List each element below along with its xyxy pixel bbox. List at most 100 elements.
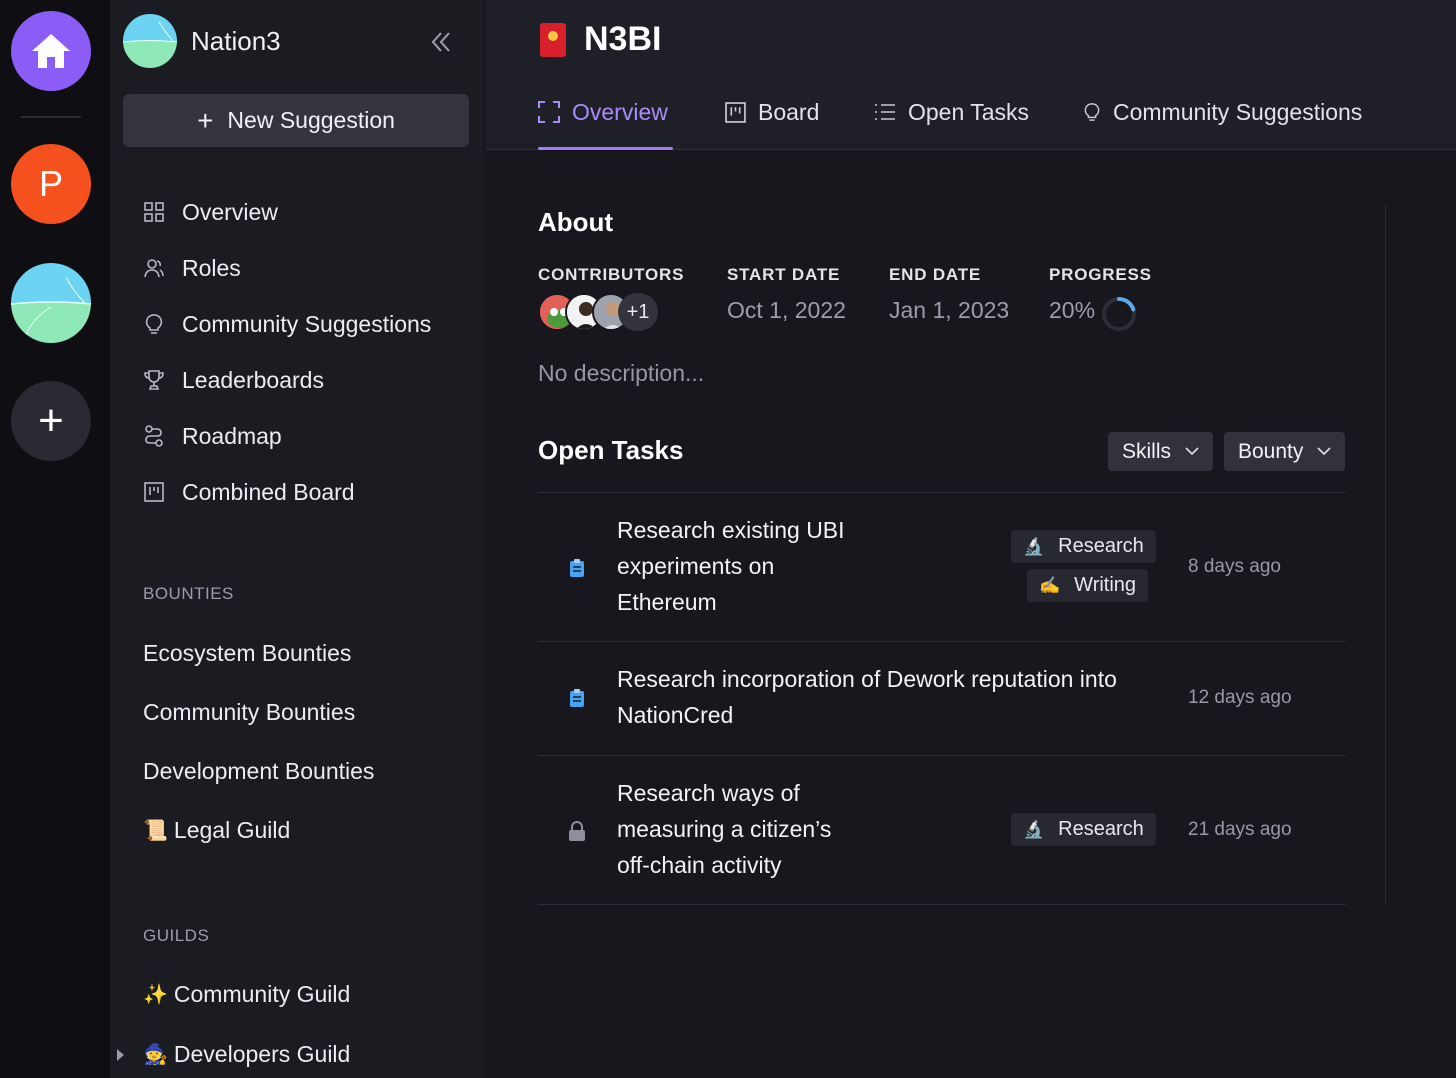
sidebar-item-roles[interactable]: Roles bbox=[143, 248, 241, 288]
lightbulb-icon bbox=[1083, 101, 1101, 123]
sidebar-item-label: Developers Guild bbox=[173, 1041, 351, 1067]
sidebar-item-development-bounties[interactable]: Development Bounties bbox=[143, 758, 374, 785]
list-icon bbox=[874, 102, 896, 122]
guilds-section-title: GUILDS bbox=[143, 926, 210, 945]
tab-overview[interactable]: Overview bbox=[538, 92, 668, 132]
microscope-icon: 🔬 bbox=[1023, 819, 1045, 839]
focus-icon bbox=[538, 101, 560, 123]
skill-tag: ✍️ Writing bbox=[1027, 569, 1149, 602]
more-contributors-badge[interactable]: +1 bbox=[618, 293, 658, 331]
scroll-icon: 📜 bbox=[143, 820, 168, 842]
sidebar-item-label: Development Bounties bbox=[143, 758, 375, 784]
tab-label: Board bbox=[758, 98, 820, 125]
project-title: N3BI bbox=[584, 20, 662, 58]
home-button[interactable] bbox=[11, 11, 91, 91]
tab-open-tasks[interactable]: Open Tasks bbox=[874, 92, 1029, 132]
lock-icon bbox=[566, 820, 588, 842]
progress-ring bbox=[1102, 297, 1136, 331]
start-date-label: START DATE bbox=[727, 265, 841, 284]
workspace-nation3-button[interactable] bbox=[11, 263, 91, 343]
workspace-name: Nation3 bbox=[191, 25, 281, 56]
task-time: 21 days ago bbox=[1188, 819, 1292, 840]
sidebar-item-legal-guild[interactable]: 📜 Legal Guild bbox=[143, 817, 290, 844]
sparkles-icon: ✨ bbox=[143, 984, 168, 1006]
task-title: Research existing UBI experiments on Eth… bbox=[617, 517, 845, 615]
plus-icon: + bbox=[38, 396, 64, 445]
sidebar: Nation3 + New Suggestion Overview Roles bbox=[110, 0, 483, 1078]
task-row[interactable]: Research incorporation of Dework reputat… bbox=[538, 642, 1346, 754]
task-time: 12 days ago bbox=[1188, 687, 1292, 708]
task-row[interactable]: Research ways of measuring a citizen’s o… bbox=[538, 756, 1346, 904]
tab-label: Overview bbox=[572, 98, 668, 125]
progress-value: 20% bbox=[1049, 297, 1096, 323]
workspace-p-button[interactable]: P bbox=[11, 144, 91, 224]
bounties-section-title: BOUNTIES bbox=[143, 584, 234, 603]
sidebar-item-combined-board[interactable]: Combined Board bbox=[143, 472, 355, 512]
sidebar-item-ecosystem-bounties[interactable]: Ecosystem Bounties bbox=[143, 640, 351, 667]
main-content: N3BI Overview Board Open Tasks Community… bbox=[486, 0, 1456, 1078]
skill-tag: 🔬 Research bbox=[1011, 813, 1156, 846]
rail-divider bbox=[21, 116, 81, 118]
collapse-sidebar-button[interactable] bbox=[425, 26, 457, 58]
sidebar-item-leaderboards[interactable]: Leaderboards bbox=[143, 360, 324, 400]
sidebar-item-label: Ecosystem Bounties bbox=[143, 640, 352, 666]
sidebar-item-label: Community Suggestions bbox=[182, 310, 432, 337]
progress-label: PROGRESS bbox=[1049, 265, 1152, 284]
sidebar-item-community-bounties[interactable]: Community Bounties bbox=[143, 699, 355, 726]
sidebar-item-label: Combined Board bbox=[182, 478, 355, 505]
task-row[interactable]: Research existing UBI experiments on Eth… bbox=[538, 493, 1346, 641]
tab-board[interactable]: Board bbox=[725, 92, 819, 132]
project-header: N3BI Overview Board Open Tasks Community… bbox=[486, 0, 1456, 150]
microscope-icon: 🔬 bbox=[1023, 536, 1045, 556]
new-suggestion-label: New Suggestion bbox=[227, 107, 395, 133]
sidebar-item-label: Overview bbox=[182, 198, 278, 225]
tab-community-suggestions[interactable]: Community Suggestions bbox=[1083, 92, 1362, 132]
sidebar-item-developers-guild[interactable]: 🧙 Developers Guild bbox=[117, 1041, 351, 1068]
board-icon bbox=[725, 101, 746, 123]
about-heading: About bbox=[538, 207, 614, 237]
grid-icon bbox=[143, 201, 165, 223]
sidebar-item-roadmap[interactable]: Roadmap bbox=[143, 416, 282, 456]
task-time: 8 days ago bbox=[1188, 556, 1281, 577]
task-title: Research incorporation of Dework reputat… bbox=[617, 666, 1117, 728]
workspace-p-initial: P bbox=[38, 163, 63, 204]
project-description: No description... bbox=[538, 360, 705, 386]
red-envelope-icon bbox=[540, 22, 566, 57]
workspace-avatar[interactable] bbox=[123, 14, 177, 68]
chevron-down-icon bbox=[1185, 447, 1199, 456]
plus-icon: + bbox=[197, 104, 214, 136]
users-icon bbox=[143, 257, 165, 279]
lightbulb-icon bbox=[143, 313, 165, 335]
new-suggestion-button[interactable]: + New Suggestion bbox=[123, 94, 469, 147]
open-tasks-heading: Open Tasks bbox=[538, 435, 684, 465]
start-date-value: Oct 1, 2022 bbox=[727, 297, 846, 323]
workspace-rail: P + bbox=[0, 0, 110, 1078]
bounty-filter-dropdown[interactable]: Bounty bbox=[1224, 432, 1346, 471]
add-workspace-button[interactable]: + bbox=[11, 381, 91, 461]
contributors-label: CONTRIBUTORS bbox=[538, 265, 685, 284]
route-icon bbox=[143, 425, 165, 447]
clipboard-icon bbox=[566, 687, 588, 709]
tab-label: Community Suggestions bbox=[1113, 98, 1363, 125]
end-date-label: END DATE bbox=[889, 265, 982, 284]
sidebar-item-overview[interactable]: Overview bbox=[143, 192, 278, 232]
contributors-avatars[interactable]: +1 bbox=[538, 293, 668, 333]
writing-hand-icon: ✍️ bbox=[1039, 575, 1061, 595]
task-divider bbox=[538, 904, 1346, 905]
skills-filter-dropdown[interactable]: Skills bbox=[1108, 432, 1214, 471]
chevron-down-icon bbox=[1317, 447, 1331, 456]
sidebar-item-community-suggestions[interactable]: Community Suggestions bbox=[143, 304, 431, 344]
task-title: Research ways of measuring a citizen’s o… bbox=[617, 780, 832, 878]
filter-label: Bounty bbox=[1238, 439, 1304, 463]
sidebar-item-label: Community Bounties bbox=[143, 699, 356, 725]
wizard-icon: 🧙 bbox=[143, 1044, 168, 1066]
sidebar-item-label: Leaderboards bbox=[182, 366, 324, 393]
sidebar-item-community-guild[interactable]: ✨ Community Guild bbox=[143, 981, 350, 1008]
board-icon bbox=[143, 481, 165, 503]
chevrons-left-icon bbox=[431, 32, 450, 52]
filter-label: Skills bbox=[1122, 439, 1172, 463]
end-date-value: Jan 1, 2023 bbox=[889, 297, 1010, 323]
sidebar-item-label: Community Guild bbox=[173, 981, 351, 1007]
workspace-header: Nation3 bbox=[123, 14, 463, 68]
expand-caret-icon[interactable] bbox=[117, 1049, 124, 1061]
